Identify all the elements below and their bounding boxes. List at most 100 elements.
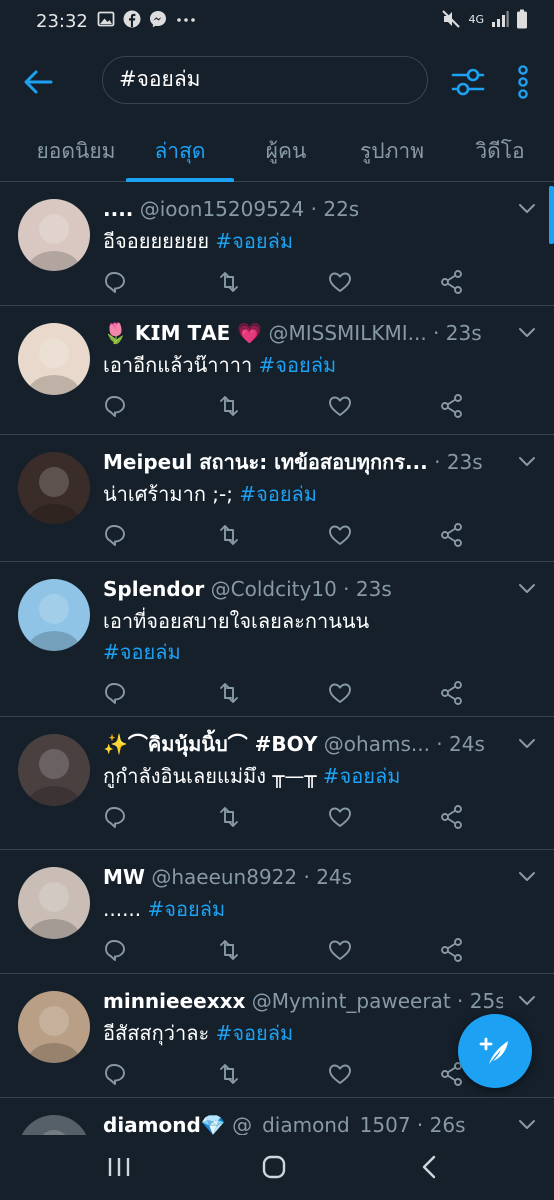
share-icon[interactable] <box>438 392 466 420</box>
tab-people[interactable]: ผู้คน <box>264 120 308 182</box>
tweet-row[interactable]: Splendor @Coldcity10 · 23s เอาที่จอยสบายใ… <box>0 562 554 717</box>
hashtag-link[interactable]: #จอยล่ม <box>103 640 181 664</box>
user-handle[interactable]: @ioon15209524 <box>140 197 305 221</box>
reply-icon[interactable] <box>103 392 131 420</box>
retweet-icon[interactable] <box>215 521 243 549</box>
tweet-header: Splendor @Coldcity10 · 23s <box>103 572 503 606</box>
like-icon[interactable] <box>326 268 354 296</box>
recent-apps-icon[interactable] <box>99 1149 139 1185</box>
hashtag-link[interactable]: #จอยล่ม <box>323 764 401 788</box>
display-name[interactable]: 🌷 𝗞𝗜𝗠 𝗧𝗔𝗘 💗 <box>103 321 262 345</box>
retweet-icon[interactable] <box>215 1060 243 1088</box>
tweet-header: 🌷 𝗞𝗜𝗠 𝗧𝗔𝗘 💗 @MISSMILKMI... · 23s <box>103 316 503 350</box>
back-arrow-icon[interactable] <box>20 64 56 100</box>
like-icon[interactable] <box>326 679 354 707</box>
reply-icon[interactable] <box>103 679 131 707</box>
display-name[interactable]: diamond💎 <box>103 1113 226 1135</box>
filter-settings-icon[interactable] <box>450 64 486 100</box>
avatar[interactable] <box>18 734 90 806</box>
tweet-text: กูกำลังอินเลยแม่มึง ╥—╥ #จอยล่ม <box>103 761 523 792</box>
avatar[interactable] <box>18 452 90 524</box>
facebook-icon <box>123 10 141 28</box>
tweet-header: ✨⌒คิมนุ้มนิ้บ⌒ #BOY @ohams... · 24s <box>103 727 503 761</box>
back-icon[interactable] <box>410 1149 450 1185</box>
reply-icon[interactable] <box>103 268 131 296</box>
retweet-icon[interactable] <box>215 268 243 296</box>
display-name[interactable]: Meipeul สถานะ: เทข้อสอบทุกกร... <box>103 450 428 474</box>
tweet-row[interactable]: MW @haeeun8922 · 24s...... #จอยล่ม <box>0 850 554 974</box>
avatar[interactable] <box>18 991 90 1063</box>
retweet-icon[interactable] <box>215 803 243 831</box>
reply-icon[interactable] <box>103 521 131 549</box>
chevron-down-icon[interactable] <box>514 866 540 886</box>
like-icon[interactable] <box>326 1060 354 1088</box>
share-icon[interactable] <box>438 521 466 549</box>
tab-latest[interactable]: ล่าสุด <box>126 120 234 182</box>
like-icon[interactable] <box>326 392 354 420</box>
share-icon[interactable] <box>438 679 466 707</box>
status-time: 23:32 <box>36 11 88 32</box>
retweet-icon[interactable] <box>215 392 243 420</box>
user-handle[interactable]: @haeeun8922 <box>151 865 297 889</box>
reply-icon[interactable] <box>103 936 131 964</box>
tweet-text: อีจอยยยยยย #จอยล่ม <box>103 226 523 257</box>
display-name[interactable]: MW <box>103 865 145 889</box>
reply-icon[interactable] <box>103 1060 131 1088</box>
tweet-time: 22s <box>323 197 360 221</box>
tab-videos[interactable]: วิดีโอ <box>474 120 526 182</box>
tweet-feed[interactable]: .... @ioon15209524 · 22s อีจอยยยยยย #จอยล… <box>0 182 554 1135</box>
tweet-row[interactable]: diamond💎 @_diamond_1507 · 26s <box>0 1098 554 1135</box>
chevron-down-icon[interactable] <box>514 1114 540 1134</box>
search-input[interactable]: #จอยล่ม <box>102 56 428 104</box>
hashtag-link[interactable]: #จอยล่ม <box>239 482 317 506</box>
display-name[interactable]: Splendor <box>103 577 204 601</box>
tweet-body: เอาอีกแล้วน๊าาาา <box>103 353 253 377</box>
home-icon[interactable] <box>254 1149 294 1185</box>
chevron-down-icon[interactable] <box>514 733 540 753</box>
avatar[interactable] <box>18 867 90 939</box>
compose-tweet-button[interactable] <box>458 1014 532 1088</box>
tweet-row[interactable]: .... @ioon15209524 · 22s อีจอยยยยยย #จอยล… <box>0 182 554 306</box>
user-handle[interactable]: @Coldcity10 <box>211 577 337 601</box>
reply-icon[interactable] <box>103 803 131 831</box>
tweet-time: 23s <box>446 450 483 474</box>
like-icon[interactable] <box>326 803 354 831</box>
share-icon[interactable] <box>438 268 466 296</box>
hashtag-link[interactable]: #จอยล่ม <box>259 353 337 377</box>
tweet-row[interactable]: 🌷 𝗞𝗜𝗠 𝗧𝗔𝗘 💗 @MISSMILKMI... · 23s เอาอีกแล… <box>0 306 554 435</box>
separator-dot: · <box>450 989 470 1013</box>
avatar[interactable] <box>18 1115 90 1135</box>
user-handle[interactable]: @_diamond_1507 <box>232 1113 411 1135</box>
tab-top[interactable]: ยอดนิยม <box>20 120 132 182</box>
like-icon[interactable] <box>326 521 354 549</box>
chevron-down-icon[interactable] <box>514 198 540 218</box>
display-name[interactable]: minnieeexxx <box>103 989 245 1013</box>
tab-photos[interactable]: รูปภาพ <box>358 120 426 182</box>
retweet-icon[interactable] <box>215 936 243 964</box>
tweet-row[interactable]: Meipeul สถานะ: เทข้อสอบทุกกร... · 23s น่า… <box>0 435 554 562</box>
hashtag-link[interactable]: #จอยล่ม <box>216 1021 294 1045</box>
avatar[interactable] <box>18 323 90 395</box>
display-name[interactable]: .... <box>103 197 133 221</box>
hashtag-link[interactable]: #จอยล่ม <box>148 897 226 921</box>
more-notifications-icon <box>177 18 195 22</box>
tweet-actions <box>103 679 483 707</box>
share-icon[interactable] <box>438 936 466 964</box>
hashtag-link[interactable]: #จอยล่ม <box>215 229 293 253</box>
chevron-down-icon[interactable] <box>514 578 540 598</box>
chevron-down-icon[interactable] <box>514 990 540 1010</box>
share-icon[interactable] <box>438 803 466 831</box>
avatar[interactable] <box>18 199 90 271</box>
tweet-row[interactable]: ✨⌒คิมนุ้มนิ้บ⌒ #BOY @ohams... · 24s กูกำล… <box>0 717 554 850</box>
chevron-down-icon[interactable] <box>514 322 540 342</box>
chevron-down-icon[interactable] <box>514 451 540 471</box>
like-icon[interactable] <box>326 936 354 964</box>
avatar[interactable] <box>18 579 90 651</box>
separator-dot: · <box>429 732 450 756</box>
retweet-icon[interactable] <box>215 679 243 707</box>
user-handle[interactable]: @Mymint_paweerat <box>252 989 451 1013</box>
user-handle[interactable]: @MISSMILKMI... <box>269 321 427 345</box>
display-name[interactable]: ✨⌒คิมนุ้มนิ้บ⌒ #BOY <box>103 732 317 756</box>
more-options-icon[interactable] <box>508 64 538 100</box>
user-handle[interactable]: @ohams... <box>324 732 430 756</box>
